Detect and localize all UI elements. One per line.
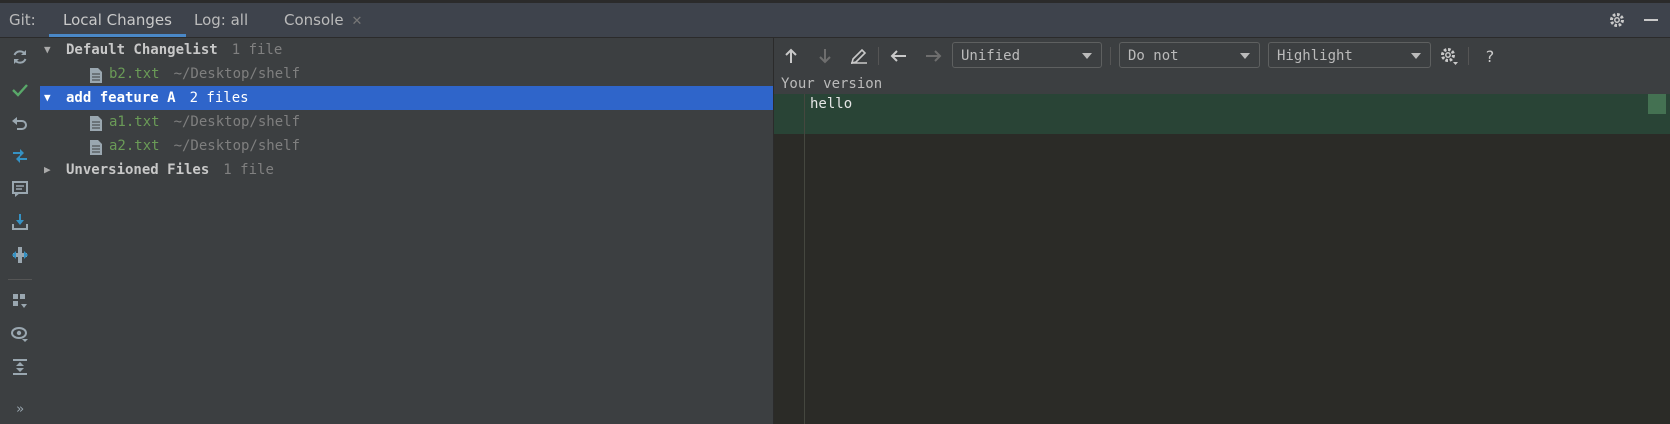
toolbar-separator bbox=[878, 47, 879, 65]
changelist-count: 2 files bbox=[189, 90, 249, 106]
unshelve-icon[interactable] bbox=[9, 244, 31, 266]
refresh-icon[interactable] bbox=[9, 46, 31, 68]
file-name: a2.txt bbox=[109, 138, 160, 154]
tab-label: Local Changes bbox=[63, 11, 172, 29]
chevron-down-icon bbox=[1082, 53, 1092, 59]
tool-window-header: Git: Local Changes Log: all Console ✕ bbox=[0, 3, 1670, 38]
changelist-icon[interactable] bbox=[9, 178, 31, 200]
file-path: ~/Desktop/shelf bbox=[173, 114, 301, 130]
close-icon[interactable]: ✕ bbox=[352, 14, 363, 29]
diff-settings-gear-icon[interactable] bbox=[1438, 45, 1460, 67]
file-name: b2.txt bbox=[109, 66, 160, 82]
changelist-count: 1 file bbox=[223, 162, 274, 178]
changelist-name: Default Changelist bbox=[66, 42, 218, 58]
help-icon[interactable]: ? bbox=[1479, 45, 1501, 67]
changelist-name: add feature A bbox=[66, 90, 176, 106]
group-by-icon[interactable] bbox=[9, 290, 31, 312]
diff-panel: Unified viewer Do not ignore Highlight w… bbox=[774, 38, 1670, 424]
chevron-down-icon bbox=[1240, 53, 1250, 59]
diff-editor[interactable]: hello bbox=[774, 94, 1670, 424]
expand-all-icon[interactable] bbox=[9, 356, 31, 378]
next-difference-icon[interactable] bbox=[814, 45, 836, 67]
file-row[interactable]: a2.txt ~/Desktop/shelf bbox=[40, 134, 773, 158]
tab-log[interactable]: Log: all bbox=[180, 3, 262, 37]
toolbar-separator bbox=[8, 279, 32, 280]
shelve-icon[interactable] bbox=[9, 211, 31, 233]
editor-gutter bbox=[804, 94, 805, 424]
changelist-count: 1 file bbox=[231, 42, 283, 58]
expanded-triangle-icon[interactable]: ▼ bbox=[44, 86, 51, 110]
view-options-icon[interactable] bbox=[9, 323, 31, 345]
changelist-add-feature-a[interactable]: ▼ add feature A 2 files bbox=[40, 86, 773, 110]
tab-label: Console bbox=[284, 11, 344, 29]
back-arrow-icon[interactable] bbox=[888, 45, 910, 67]
toolbar-separator bbox=[1468, 47, 1469, 65]
edit-source-icon[interactable] bbox=[848, 45, 870, 67]
change-marker bbox=[1648, 94, 1666, 114]
tool-window-title: Git: bbox=[9, 11, 36, 29]
tab-local-changes[interactable]: Local Changes bbox=[49, 3, 186, 37]
added-lines-highlight: hello bbox=[774, 94, 1670, 134]
changelist-unversioned[interactable]: ▶ Unversioned Files 1 file bbox=[40, 158, 773, 182]
tab-console[interactable]: Console ✕ bbox=[270, 3, 376, 37]
minimize-icon[interactable] bbox=[1643, 11, 1659, 33]
commit-check-icon[interactable] bbox=[9, 79, 31, 101]
diff-toolbar: Unified viewer Do not ignore Highlight w… bbox=[774, 38, 1670, 90]
code-line: hello bbox=[810, 96, 853, 112]
rollback-icon[interactable] bbox=[9, 112, 31, 134]
viewer-select[interactable]: Unified viewer bbox=[952, 42, 1102, 90]
changelist-name: Unversioned Files bbox=[66, 162, 210, 178]
file-row[interactable]: a1.txt ~/Desktop/shelf bbox=[40, 110, 773, 134]
more-icon[interactable]: » bbox=[9, 398, 31, 420]
version-label: Your version bbox=[774, 74, 1670, 94]
collapsed-triangle-icon[interactable]: ▶ bbox=[44, 158, 51, 182]
file-row[interactable]: b2.txt ~/Desktop/shelf bbox=[40, 62, 773, 86]
ignore-whitespace-select[interactable]: Do not ignore bbox=[1119, 42, 1260, 90]
toolbar-separator bbox=[1110, 47, 1111, 65]
file-path: ~/Desktop/shelf bbox=[173, 138, 301, 154]
changelist-default[interactable]: ▼ Default Changelist 1 file bbox=[40, 38, 773, 62]
tab-label: Log: all bbox=[194, 11, 249, 29]
expanded-triangle-icon[interactable]: ▼ bbox=[44, 38, 51, 62]
previous-difference-icon[interactable] bbox=[780, 45, 802, 67]
forward-arrow-icon[interactable] bbox=[922, 45, 944, 67]
file-name: a1.txt bbox=[109, 114, 160, 130]
changes-tree: ▼ Default Changelist 1 file b2.txt ~/Deskt… bbox=[40, 38, 774, 424]
gear-icon[interactable] bbox=[1608, 11, 1626, 33]
file-path: ~/Desktop/shelf bbox=[173, 66, 301, 82]
chevron-down-icon bbox=[1411, 53, 1421, 59]
highlight-select[interactable]: Highlight words bbox=[1268, 42, 1431, 90]
changes-toolbar: » bbox=[0, 38, 41, 424]
compare-icon[interactable] bbox=[9, 145, 31, 167]
